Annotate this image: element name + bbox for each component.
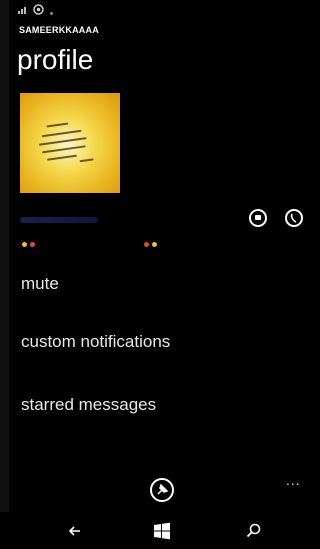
whatsapp-icon: [33, 4, 44, 17]
phone-screen: SAMEERKKAAAA profile mute custom notific…: [0, 0, 319, 549]
pin-icon: [157, 483, 169, 495]
dot-red: [144, 242, 149, 247]
status-text-blurred: [20, 217, 98, 223]
menu-item-mute[interactable]: mute: [21, 274, 59, 294]
dot-red: [30, 242, 35, 247]
profile-photo[interactable]: [20, 93, 120, 193]
device-frame-edge: [0, 0, 9, 549]
color-dots-left: [22, 242, 42, 248]
status-bar: [12, 4, 312, 18]
app-bar: ...: [0, 470, 319, 506]
menu-item-custom-notifications[interactable]: custom notifications: [21, 332, 170, 352]
photo-note-image: [32, 115, 100, 171]
dot-yellow: [152, 242, 157, 247]
menu-item-starred-messages[interactable]: starred messages: [21, 395, 156, 415]
page-title: profile: [17, 44, 94, 75]
call-button[interactable]: [285, 209, 303, 227]
back-arrow-icon[interactable]: [66, 522, 84, 540]
chat-button[interactable]: [249, 209, 267, 227]
signal-icon: [18, 6, 28, 16]
color-dots-right: [144, 242, 164, 248]
nav-bar: [0, 512, 319, 549]
chat-icon: [255, 215, 261, 220]
call-icon: [290, 213, 297, 223]
pin-button[interactable]: [150, 478, 174, 502]
app-title: SAMEERKKAAAA: [19, 25, 99, 35]
more-icon[interactable]: ...: [286, 472, 301, 488]
search-icon[interactable]: [245, 522, 263, 540]
profile-status-line: [20, 214, 100, 226]
windows-logo-icon[interactable]: [153, 522, 171, 540]
dot-yellow: [22, 242, 27, 247]
status-dot-icon: [50, 7, 53, 17]
